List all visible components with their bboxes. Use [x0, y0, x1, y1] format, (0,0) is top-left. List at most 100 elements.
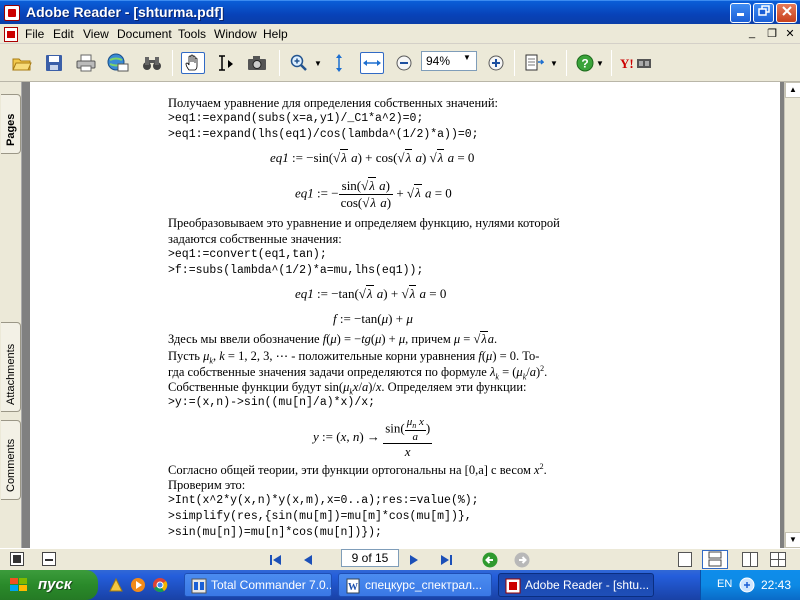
- menu-window[interactable]: Window: [214, 27, 257, 41]
- windows-logo-icon: [10, 578, 27, 591]
- task-spetskurs[interactable]: W спецкурс_спектрал...: [338, 573, 492, 597]
- page-layout-button[interactable]: [522, 52, 546, 74]
- doc-minimize-button[interactable]: _: [745, 27, 759, 39]
- formula-y: y := (x, n) → sin(μn x a) x: [313, 416, 433, 460]
- chevron-down-icon[interactable]: ▼: [314, 59, 322, 68]
- chevron-down-icon[interactable]: ▼: [550, 59, 558, 68]
- previous-page-button[interactable]: [300, 552, 316, 568]
- first-page-button[interactable]: [268, 552, 284, 568]
- minimize-button[interactable]: [730, 3, 751, 23]
- continuous-view-button[interactable]: [702, 550, 728, 569]
- menu-help[interactable]: Help: [263, 27, 288, 41]
- adobe-reader-icon: [4, 5, 20, 21]
- last-page-icon: [441, 555, 452, 565]
- status-bar: [0, 548, 800, 570]
- zoom-in-button[interactable]: [484, 52, 508, 74]
- menu-file[interactable]: File: [25, 27, 44, 41]
- menu-document[interactable]: Document: [117, 27, 172, 41]
- page-thumbnail-icon[interactable]: [10, 552, 24, 566]
- close-button[interactable]: [776, 3, 797, 23]
- formula-eq1-tan: eq1 := −tan(√λ a) + √λ a = 0: [295, 285, 447, 301]
- tab-pages[interactable]: Pages: [1, 94, 21, 154]
- go-back-button[interactable]: [482, 552, 498, 568]
- tray-settings-icon[interactable]: [739, 577, 755, 593]
- restore-icon: [757, 5, 770, 16]
- email-button[interactable]: [106, 52, 130, 74]
- quicklaunch-icon[interactable]: [152, 577, 168, 596]
- toolbar-separator: [514, 50, 515, 76]
- zoom-in-icon: [488, 55, 504, 71]
- last-page-button[interactable]: [438, 552, 454, 568]
- chevron-down-icon[interactable]: ▼: [463, 53, 471, 62]
- facing-view-icon[interactable]: [742, 552, 758, 567]
- navigation-panel: Pages Attachments Comments: [0, 82, 22, 548]
- svg-text:W: W: [348, 582, 358, 593]
- code-line: >eq1:=expand(lhs(eq1)/cos(lambda^(1/2)*a…: [168, 128, 479, 141]
- hand-tool-button[interactable]: [181, 52, 205, 74]
- total-commander-icon: [191, 578, 207, 594]
- fit-width-button[interactable]: [360, 52, 384, 74]
- previous-page-icon: [304, 555, 312, 565]
- quicklaunch-icon[interactable]: [130, 577, 146, 596]
- zoom-tool-button[interactable]: [287, 52, 311, 74]
- svg-text:?: ?: [581, 57, 588, 71]
- save-button[interactable]: [42, 52, 66, 74]
- scroll-down-button[interactable]: ▼: [785, 532, 800, 548]
- snapshot-button[interactable]: [245, 52, 269, 74]
- chevron-down-icon[interactable]: ▼: [596, 59, 604, 68]
- tab-comments-label: Comments: [5, 438, 17, 492]
- menu-view[interactable]: View: [83, 27, 109, 41]
- hand-icon: [185, 54, 198, 71]
- tab-comments[interactable]: Comments: [1, 420, 21, 500]
- help-button[interactable]: ?: [573, 52, 597, 74]
- fit-page-button[interactable]: [327, 52, 351, 74]
- open-button[interactable]: [10, 52, 34, 74]
- code-line: >sin(mu[n])=mu[n]*cos(mu[n])});: [168, 526, 382, 539]
- vertical-scrollbar[interactable]: ▲ ▼: [784, 82, 800, 548]
- paragraph-text: гда собственные значения задачи определя…: [168, 364, 548, 382]
- go-forward-button[interactable]: [514, 552, 530, 568]
- yahoo-button[interactable]: Y!: [619, 52, 655, 74]
- select-text-button[interactable]: [213, 52, 237, 74]
- pdf-page: Получаем уравнение для определения собст…: [30, 82, 780, 548]
- text-fragment: . Определяем эти функции:: [381, 380, 527, 394]
- printer-icon: [76, 54, 96, 72]
- search-button[interactable]: [140, 52, 164, 74]
- start-button[interactable]: пуск: [0, 570, 98, 600]
- print-button[interactable]: [74, 52, 98, 74]
- code-line: >Int(x^2*y(x,n)*y(x,m),x=0..a);res:=valu…: [168, 494, 479, 507]
- doc-restore-button[interactable]: ❐: [765, 27, 779, 40]
- single-page-view-icon[interactable]: [678, 552, 692, 567]
- code-line: >eq1:=convert(eq1,tan);: [168, 248, 327, 261]
- text-fragment: - положительные корни уравнения: [288, 349, 479, 363]
- fit-width-icon: [363, 60, 381, 66]
- maximize-button[interactable]: [753, 3, 774, 23]
- page-size-icon[interactable]: [42, 552, 56, 566]
- next-page-button[interactable]: [406, 552, 422, 568]
- menu-edit[interactable]: Edit: [53, 27, 74, 41]
- tab-attachments[interactable]: Attachments: [1, 322, 21, 412]
- task-total-commander[interactable]: Total Commander 7.0...: [184, 573, 332, 597]
- menu-tools[interactable]: Tools: [178, 27, 206, 41]
- formula-eq1-b: eq1 := − sin(√λ a) cos(√λ a) + √λ a = 0: [295, 177, 452, 210]
- document-icon[interactable]: [4, 27, 18, 42]
- continuous-facing-view-icon[interactable]: [770, 552, 786, 567]
- task-adobe-reader[interactable]: Adobe Reader - [shtu...: [498, 573, 654, 597]
- menu-bar: File Edit View Document Tools Window Hel…: [0, 24, 800, 44]
- close-icon: [781, 6, 792, 16]
- doc-close-button[interactable]: ✕: [783, 27, 797, 40]
- page-number-input[interactable]: 9 of 15: [341, 549, 399, 567]
- camera-icon: [248, 56, 266, 70]
- formula-eq1-a: eq1 := −sin(√λ a) + cos(√λ a) √λ a = 0: [270, 149, 475, 165]
- scroll-up-button[interactable]: ▲: [785, 82, 800, 98]
- zoom-out-button[interactable]: [392, 52, 416, 74]
- language-indicator[interactable]: EN: [717, 578, 732, 590]
- document-viewport[interactable]: Получаем уравнение для определения собст…: [22, 82, 784, 548]
- toolbar-separator: [566, 50, 567, 76]
- quicklaunch-app-icon: [109, 577, 123, 592]
- tab-pages-label: Pages: [5, 113, 17, 146]
- save-disk-icon: [46, 55, 62, 71]
- back-arrow-icon: [482, 552, 498, 568]
- minimize-icon: [736, 13, 744, 16]
- quicklaunch-icon[interactable]: [108, 577, 124, 596]
